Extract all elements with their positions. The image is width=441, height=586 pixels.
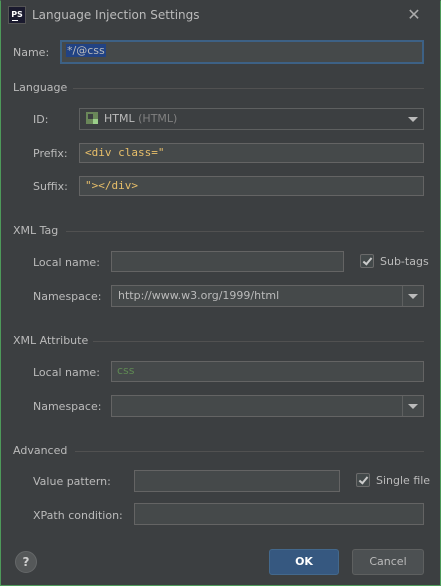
single-file-label: Single file bbox=[376, 474, 431, 487]
xml-attribute-section-title: XML Attribute bbox=[13, 334, 89, 347]
close-icon[interactable]: ✕ bbox=[403, 4, 425, 26]
language-id-suffix: (HTML) bbox=[138, 112, 178, 125]
xml-tag-separator bbox=[66, 231, 424, 232]
name-value: */@css bbox=[66, 44, 106, 57]
single-file-checkbox[interactable] bbox=[356, 473, 370, 487]
prefix-input[interactable]: <div class=" bbox=[79, 143, 424, 163]
value-pattern-input[interactable] bbox=[134, 470, 340, 492]
language-section-title: Language bbox=[13, 81, 68, 94]
language-id-value: HTML bbox=[104, 112, 135, 125]
ok-button[interactable]: OK bbox=[269, 549, 339, 575]
name-input[interactable]: */@css bbox=[60, 40, 424, 64]
chevron-down-icon[interactable] bbox=[402, 286, 423, 306]
prefix-label: Prefix: bbox=[33, 147, 68, 160]
xml-tag-local-name-input[interactable] bbox=[111, 251, 344, 272]
html-file-icon bbox=[86, 112, 98, 124]
language-id-select[interactable]: HTML (HTML) bbox=[79, 108, 424, 130]
xml-tag-local-name-label: Local name: bbox=[33, 256, 100, 269]
window-title: Language Injection Settings bbox=[32, 8, 200, 22]
subtags-label: Sub-tags bbox=[380, 255, 429, 268]
xml-attribute-namespace-label: Namespace: bbox=[33, 400, 102, 413]
name-label: Name: bbox=[13, 46, 50, 59]
xml-attribute-namespace-select[interactable] bbox=[111, 395, 424, 417]
id-label: ID: bbox=[33, 113, 49, 126]
xpath-condition-label: XPath condition: bbox=[33, 509, 123, 522]
advanced-separator bbox=[75, 451, 424, 452]
chevron-down-icon[interactable] bbox=[402, 396, 423, 416]
suffix-label: Suffix: bbox=[33, 180, 68, 193]
advanced-section-title: Advanced bbox=[13, 444, 68, 457]
language-separator bbox=[73, 88, 424, 89]
xml-attribute-local-name-label: Local name: bbox=[33, 366, 100, 379]
xml-attribute-local-name-input[interactable]: css bbox=[111, 361, 424, 382]
title-bar: PS Language Injection Settings ✕ bbox=[0, 0, 441, 32]
xml-tag-section-title: XML Tag bbox=[13, 224, 59, 237]
xml-tag-namespace-select[interactable]: http://www.w3.org/1999/html bbox=[111, 285, 424, 307]
help-icon[interactable]: ? bbox=[15, 551, 37, 573]
xpath-condition-input[interactable] bbox=[134, 503, 424, 525]
subtags-checkbox[interactable] bbox=[360, 254, 374, 268]
value-pattern-label: Value pattern: bbox=[33, 475, 111, 488]
suffix-input[interactable]: "></div> bbox=[79, 176, 424, 196]
chevron-down-icon[interactable] bbox=[403, 109, 423, 129]
xml-attribute-separator bbox=[93, 341, 424, 342]
xml-tag-namespace-label: Namespace: bbox=[33, 290, 102, 303]
xml-tag-namespace-value: http://www.w3.org/1999/html bbox=[118, 289, 280, 302]
phpstorm-app-icon: PS bbox=[8, 6, 26, 24]
cancel-button[interactable]: Cancel bbox=[352, 549, 424, 575]
